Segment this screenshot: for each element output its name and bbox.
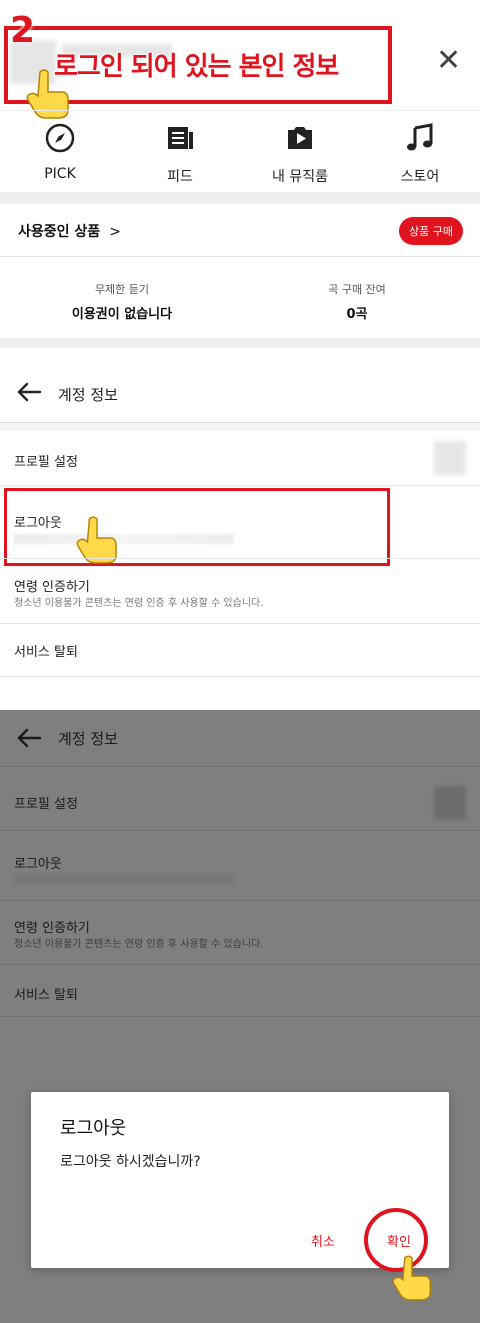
dim-header-divider <box>0 766 480 767</box>
nav-feed-label: 피드 <box>167 169 193 185</box>
section-separator-2 <box>0 338 480 348</box>
nav-my-musicroom-label: 내 뮤직룸 <box>272 169 328 185</box>
list-divider-4 <box>0 676 480 677</box>
withdraw-item[interactable]: 서비스 탈퇴 <box>0 624 480 676</box>
section-separator <box>0 192 480 204</box>
compass-icon <box>45 123 75 153</box>
account-title: 계정 정보 <box>58 386 118 404</box>
remaining-value: 0곡 <box>346 307 368 322</box>
back-arrow-icon[interactable] <box>16 382 42 402</box>
age-verify-desc: 청소년 이용불가 콘텐츠는 연령 인증 후 사용할 수 있습니다. <box>14 598 264 609</box>
dialog-message: 로그아웃 하시겠습니까? <box>60 1154 201 1170</box>
profile-thumb-blurred-dimmed <box>434 786 466 820</box>
close-icon[interactable]: ✕ <box>436 46 461 76</box>
dim-divider-2 <box>0 900 480 901</box>
products-header[interactable]: 사용중인 상품 > <box>18 221 121 241</box>
chevron-right-icon: > <box>109 224 121 240</box>
pointing-hand-icon <box>26 69 69 119</box>
pointing-hand-icon <box>392 1255 431 1301</box>
unlimited-label: 무제한 듣기 <box>94 283 150 296</box>
products-divider <box>0 256 480 257</box>
unlimited-value: 이용권이 없습니다 <box>71 307 173 322</box>
withdraw-label: 서비스 탈퇴 <box>14 645 78 660</box>
age-verify-item[interactable]: 연령 인증하기 청소년 이용불가 콘텐츠는 연령 인증 후 사용할 수 있습니다… <box>0 559 480 623</box>
dim-divider-1 <box>0 830 480 831</box>
play-box-icon <box>288 127 312 149</box>
profile-setting-label-dimmed: 프로필 설정 <box>14 797 78 812</box>
remaining-label: 곡 구매 잔여 <box>328 283 386 296</box>
products-title: 사용중인 상품 <box>18 224 101 240</box>
feed-icon <box>168 127 193 149</box>
back-arrow-icon <box>17 728 42 748</box>
remaining-songs-info: 곡 구매 잔여 0곡 <box>277 281 437 322</box>
profile-thumb-blurred <box>434 441 466 475</box>
header-divider <box>0 110 480 111</box>
account-header: 계정 정보 <box>0 348 480 422</box>
annotation-caption: 로그인 되어 있는 본인 정보 <box>53 52 339 83</box>
dialog-title: 로그아웃 <box>60 1118 127 1139</box>
annotation-step-number: 2 <box>10 10 36 51</box>
nav-my-musicroom[interactable]: 내 뮤직룸 <box>240 122 360 186</box>
nav-store-label: 스토어 <box>400 169 440 185</box>
age-verify-label: 연령 인증하기 <box>14 580 90 595</box>
age-verify-desc-dimmed: 청소년 이용불가 콘텐츠는 연령 인증 후 사용할 수 있습니다. <box>14 939 264 950</box>
nav-pick-label: PICK <box>44 166 76 182</box>
unlimited-listen-info: 무제한 듣기 이용권이 없습니다 <box>42 281 202 322</box>
nav-feed[interactable]: 피드 <box>120 122 240 186</box>
withdraw-label-dimmed: 서비스 탈퇴 <box>14 988 78 1003</box>
profile-setting-item[interactable]: 프로필 설정 <box>0 431 480 485</box>
age-verify-label-dimmed: 연령 인증하기 <box>14 921 90 936</box>
music-note-icon <box>407 123 433 151</box>
account-email-blurred-dimmed <box>14 874 234 884</box>
dim-divider-3 <box>0 964 480 965</box>
nav-store[interactable]: 스토어 <box>360 122 480 186</box>
nav-pick[interactable]: PICK <box>0 122 120 182</box>
profile-setting-label: 프로필 설정 <box>14 455 78 470</box>
account-title-dimmed: 계정 정보 <box>58 730 118 748</box>
dim-divider-4 <box>0 1016 480 1017</box>
logout-label-dimmed: 로그아웃 <box>14 857 62 872</box>
buy-product-button[interactable]: 상품 구매 <box>399 217 463 245</box>
account-gap <box>0 423 480 431</box>
cancel-button[interactable]: 취소 <box>311 1231 335 1250</box>
annotation-logout-box <box>4 488 390 566</box>
